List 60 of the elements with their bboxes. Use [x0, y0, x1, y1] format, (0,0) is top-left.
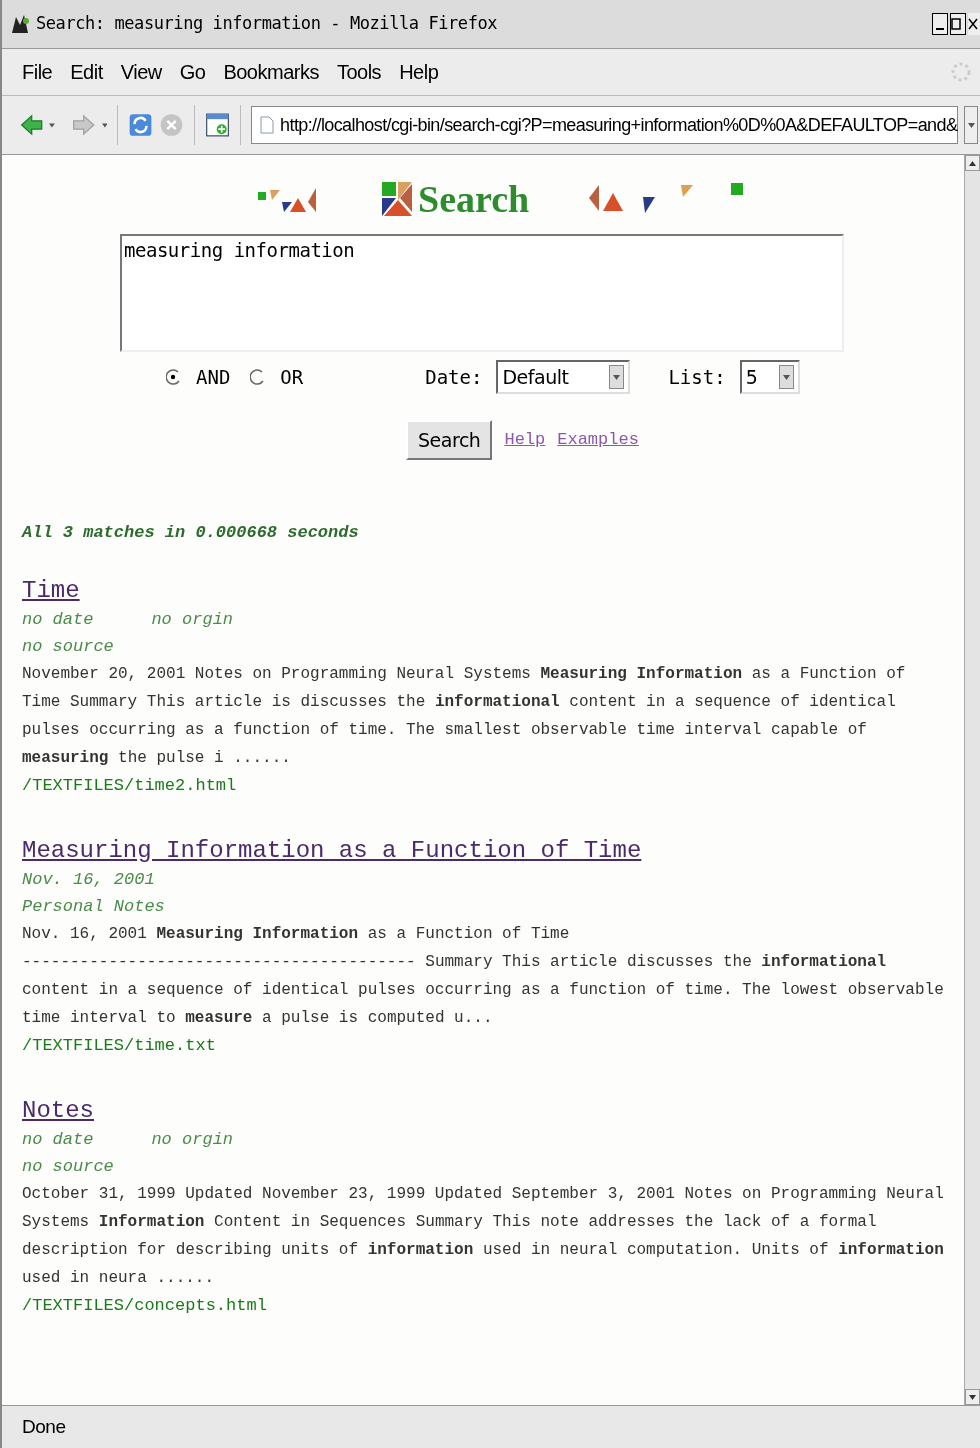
result-meta: no source	[22, 635, 114, 658]
result-title-link[interactable]: Time	[22, 575, 80, 606]
result-path: /TEXTFILES/time2.html	[22, 774, 238, 797]
result-path: /TEXTFILES/time.txt	[22, 1034, 217, 1057]
maximize-icon	[951, 18, 961, 30]
date-label: Date:	[425, 364, 483, 390]
minimize-button[interactable]	[932, 13, 948, 35]
page-icon	[260, 116, 275, 134]
result-title-link[interactable]: Notes	[22, 1095, 94, 1126]
menu-item[interactable]: Bookmarks	[223, 57, 319, 87]
menu-item[interactable]: Tools	[336, 57, 382, 87]
close-icon	[968, 18, 978, 30]
radio-unchecked-icon[interactable]	[250, 369, 267, 385]
menu-item[interactable]: View	[120, 57, 162, 87]
scroll-up-icon[interactable]	[969, 160, 976, 166]
window-title: Search: measuring information - Mozilla Firefox	[36, 12, 499, 36]
menu-item[interactable]: File	[22, 57, 53, 87]
radio-checked-icon[interactable]	[166, 369, 182, 385]
result-meta: no date	[22, 1128, 94, 1151]
result-title-link[interactable]: Measuring Information as a Function of Time	[22, 835, 642, 866]
result-meta: Nov. 16, 2001	[22, 868, 155, 891]
result-snippet: November 20, 2001 Notes on Programming Neural Systems Measuring Information as a Function of Time Summary This article is discusses the informational content in a sequence of identical pulses occurring as a function of time. The smallest observable time interval capable of measuring the pulse i ......	[22, 663, 907, 769]
throbber-icon	[950, 61, 972, 83]
menu-item[interactable]: Go	[179, 57, 206, 87]
logo-icon	[382, 181, 414, 218]
scroll-down-icon[interactable]	[969, 1394, 976, 1400]
dropdown-caret-icon[interactable]	[782, 374, 790, 380]
result-meta: no source	[22, 1155, 114, 1178]
query-textarea[interactable]: measuring information	[120, 234, 844, 352]
result-path: /TEXTFILES/concepts.html	[22, 1294, 268, 1317]
result-snippet: Nov. 16, 2001 Measuring Information as a Function of Time ----------------------------------------- Summary This article discusses the informational content in a sequence of identical pulses occurring as a function of time. The lowest observable time interval to measure a pulse is computed u...	[22, 923, 945, 1029]
radio-label[interactable]: AND	[196, 362, 231, 392]
status-text: Done	[22, 1414, 66, 1439]
dropdown-caret-icon[interactable]	[49, 122, 56, 128]
dropdown-select[interactable]: Default	[496, 360, 631, 394]
menu-item[interactable]: Edit	[70, 57, 103, 87]
result-meta: no orgin	[151, 1128, 234, 1151]
radio-label[interactable]: OR	[280, 362, 304, 392]
dropdown-caret-icon[interactable]	[101, 122, 108, 128]
back-arrow-icon[interactable]	[20, 112, 44, 138]
list-label: List:	[668, 364, 726, 390]
app-icon	[10, 13, 32, 35]
result-meta: Personal Notes	[22, 895, 165, 918]
help-link[interactable]: Help	[504, 427, 546, 453]
dropdown-caret-icon[interactable]	[967, 122, 975, 128]
results-summary: All 3 matches in 0.000668 seconds	[22, 522, 360, 544]
address-bar[interactable]: http://localhost/cgi-bin/search-cgi?P=measuring+information%0D%0A&DEFAULTOP=and&	[251, 106, 959, 144]
menu-item[interactable]: Help	[399, 57, 439, 87]
dropdown-caret-icon[interactable]	[613, 374, 621, 380]
help-link[interactable]: Examples	[557, 427, 639, 453]
search-button[interactable]: Search	[406, 420, 493, 460]
address-dropdown-button[interactable]	[964, 106, 978, 144]
result-meta: no date	[22, 608, 94, 631]
minimize-icon	[936, 28, 944, 30]
result-meta: no orgin	[151, 608, 234, 631]
maximize-button[interactable]	[950, 13, 966, 35]
result-snippet: October 31, 1999 Updated November 23, 1999 Updated September 3, 2001 Notes on Programming Neural Systems Information Content in Sequences Summary This note addresses the lack of a formal description for describing units of information used in neural computation. Units of information used in neura ......	[22, 1183, 945, 1289]
dropdown-select[interactable]: 5	[739, 360, 800, 394]
close-button[interactable]	[968, 13, 980, 35]
logo-text: Search	[418, 177, 530, 222]
